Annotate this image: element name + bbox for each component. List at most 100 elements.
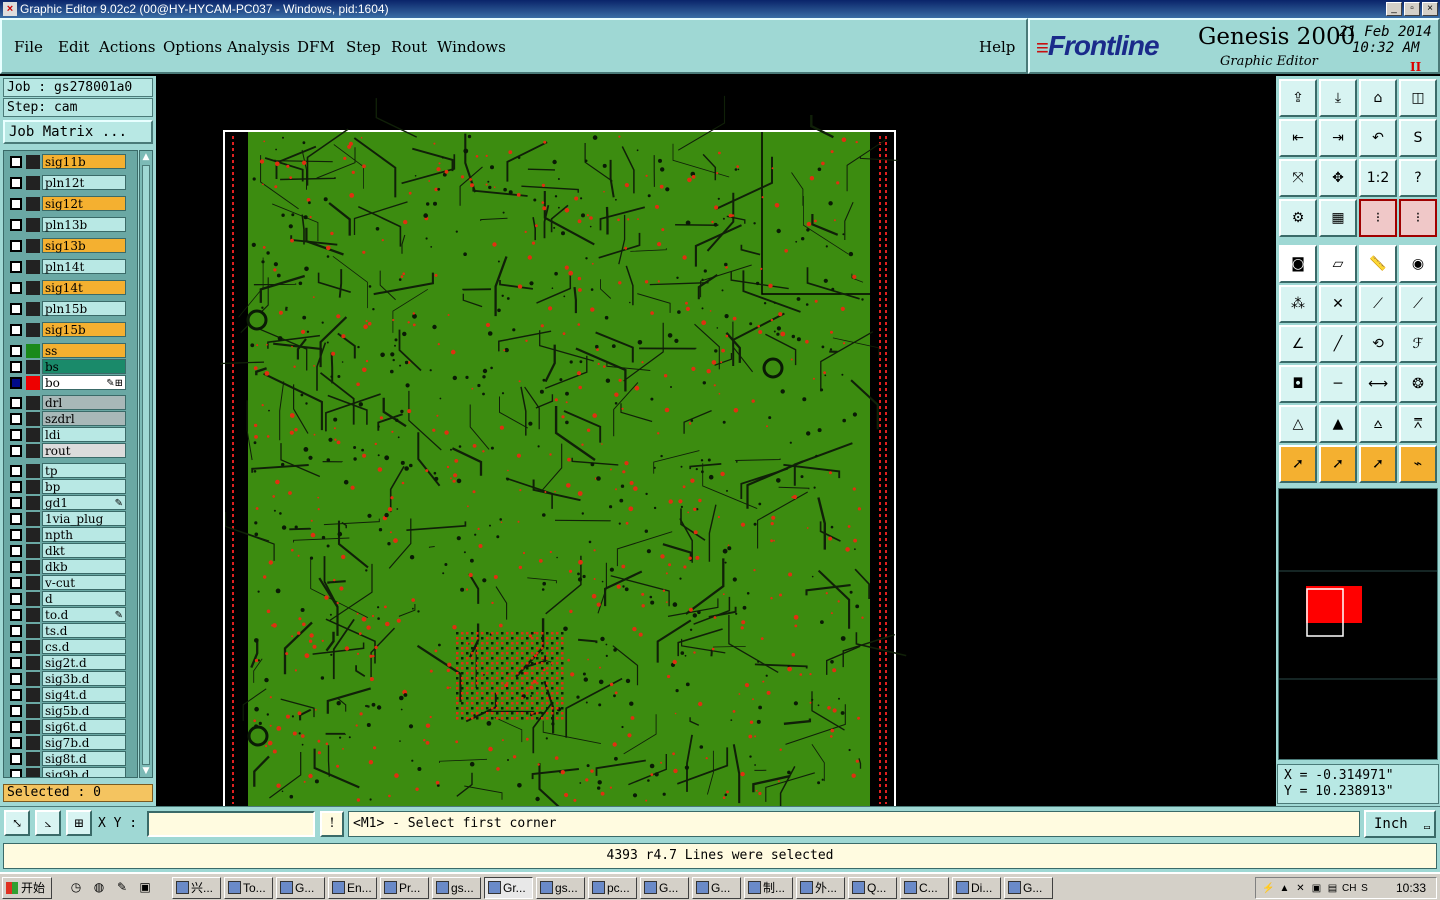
layer-color-swatch[interactable]	[26, 768, 40, 777]
layer-name[interactable]: sig12t	[42, 196, 126, 211]
text-feature-button[interactable]: ℱ	[1399, 325, 1437, 363]
layer-name[interactable]: tp	[42, 463, 126, 478]
layer-name[interactable]: ldi	[42, 427, 126, 442]
pcb-board-view[interactable]	[156, 76, 1276, 806]
layer-row[interactable]: rout	[6, 443, 126, 458]
layer-row[interactable]: v-cut	[6, 575, 126, 590]
layer-checkbox[interactable]	[10, 769, 22, 777]
layer-name[interactable]: ts.d	[42, 623, 126, 638]
layer-name[interactable]: drl	[42, 395, 126, 410]
layer-color-swatch[interactable]	[26, 239, 40, 253]
layer-row[interactable]: to.d ✎	[6, 607, 126, 622]
layer-checkbox[interactable]	[10, 545, 22, 557]
layer-name[interactable]: szdrl	[42, 411, 126, 426]
layer-color-swatch[interactable]	[26, 197, 40, 211]
features-button[interactable]: ◙	[1279, 245, 1317, 283]
units-select[interactable]: Inch ▭	[1364, 810, 1436, 838]
settings-button[interactable]: ⚙	[1279, 199, 1317, 237]
layer-name[interactable]: d	[42, 591, 126, 606]
layer-checkbox[interactable]	[10, 577, 22, 589]
taskbar-task[interactable]: gs...	[432, 877, 481, 899]
layer-row[interactable]: sig2t.d	[6, 655, 126, 670]
layer-name[interactable]: pln15b	[42, 301, 126, 316]
triangle-b-button[interactable]: ▲	[1319, 405, 1357, 443]
undo-zoom-button[interactable]: ↶	[1359, 119, 1397, 157]
layer-color-swatch[interactable]	[26, 302, 40, 316]
layer-checkbox[interactable]	[10, 673, 22, 685]
menu-step[interactable]: Step	[346, 38, 381, 56]
taskbar-task[interactable]: Di...	[952, 877, 1001, 899]
layer-row[interactable]: sig9b.d	[6, 767, 126, 777]
select-button[interactable]: ➚	[1319, 445, 1357, 483]
layer-checkbox[interactable]	[10, 240, 22, 252]
layer-color-swatch[interactable]	[26, 428, 40, 442]
layer-name[interactable]: sig11b	[42, 154, 126, 169]
layer-name[interactable]: sig7b.d	[42, 735, 126, 750]
tray-icon[interactable]: ▲	[1278, 882, 1291, 895]
layer-color-swatch[interactable]	[26, 323, 40, 337]
taskbar-task[interactable]: 外...	[796, 877, 845, 899]
tray-icon[interactable]: CH	[1342, 882, 1356, 895]
layer-color-swatch[interactable]	[26, 260, 40, 274]
xy-input[interactable]	[147, 811, 315, 837]
taskbar-task[interactable]: G...	[1004, 877, 1053, 899]
triangle-c-button[interactable]: ⩟	[1359, 405, 1397, 443]
layer-checkbox[interactable]	[10, 177, 22, 189]
taskbar-task[interactable]: C...	[900, 877, 949, 899]
layer-row[interactable]: d	[6, 591, 126, 606]
select-area-button[interactable]: ➚	[1359, 445, 1397, 483]
layer-checkbox[interactable]	[10, 705, 22, 717]
layer-checkbox[interactable]	[10, 689, 22, 701]
layer-name[interactable]: sig14t	[42, 280, 126, 295]
layer-color-swatch[interactable]	[26, 496, 40, 510]
taskbar-task[interactable]: To...	[224, 877, 273, 899]
layer-color-swatch[interactable]	[26, 512, 40, 526]
menu-file[interactable]: File	[14, 38, 43, 56]
taskbar-task[interactable]: G...	[692, 877, 741, 899]
layer-name[interactable]: sig9b.d	[42, 767, 126, 777]
layer-checkbox[interactable]	[10, 721, 22, 733]
taskbar-task[interactable]: gs...	[536, 877, 585, 899]
tray-icon[interactable]: S	[1358, 882, 1371, 895]
menu-dfm[interactable]: DFM	[297, 38, 335, 56]
layer-row[interactable]: tp	[6, 463, 126, 478]
layer-color-swatch[interactable]	[26, 544, 40, 558]
layer-color-swatch[interactable]	[26, 720, 40, 734]
layer-name[interactable]: gd1 ✎	[42, 495, 126, 510]
tray-icon[interactable]: ⚡	[1262, 882, 1275, 895]
layer-row[interactable]: sig3b.d	[6, 671, 126, 686]
layer-color-swatch[interactable]	[26, 736, 40, 750]
layer-checkbox[interactable]	[10, 465, 22, 477]
layer-checkbox[interactable]	[10, 445, 22, 457]
line-add-button[interactable]: ⟋	[1359, 285, 1397, 323]
zoom-fit-button[interactable]: ⤧	[1279, 159, 1317, 197]
layer-row[interactable]: sig11b	[6, 154, 126, 169]
restore-button[interactable]: ▫	[1404, 2, 1420, 16]
zoom-forward-button[interactable]: ⇥	[1319, 119, 1357, 157]
layer-name[interactable]: sig15b	[42, 322, 126, 337]
layer-name[interactable]: dkb	[42, 559, 126, 574]
layer-checkbox[interactable]	[10, 361, 22, 373]
pan-button[interactable]: ✥	[1319, 159, 1357, 197]
layer-name[interactable]: cs.d	[42, 639, 126, 654]
clip-area-button[interactable]: ▱	[1319, 245, 1357, 283]
layer-color-swatch[interactable]	[26, 344, 40, 358]
home-button[interactable]: ⌂	[1359, 79, 1397, 117]
layer-checkbox[interactable]	[10, 219, 22, 231]
quicklaunch-browser-icon[interactable]: ◍	[91, 879, 107, 895]
measure-span-button[interactable]: ⟷	[1359, 365, 1397, 403]
layer-checkbox[interactable]	[10, 397, 22, 409]
layer-checkbox[interactable]	[10, 198, 22, 210]
layer-checkbox[interactable]	[10, 497, 22, 509]
layer-name[interactable]: pln12t	[42, 175, 126, 190]
layer-checkbox[interactable]	[10, 261, 22, 273]
layer-name[interactable]: pln13b	[42, 217, 126, 232]
layer-color-swatch[interactable]	[26, 608, 40, 622]
layer-color-swatch[interactable]	[26, 480, 40, 494]
menu-help[interactable]: Help	[979, 38, 1015, 56]
window-split-button[interactable]: ◫	[1399, 79, 1437, 117]
grid-button[interactable]: ▦	[1319, 199, 1357, 237]
layer-checkbox[interactable]	[10, 737, 22, 749]
layer-checkbox[interactable]	[10, 282, 22, 294]
scroll-thumb[interactable]	[142, 165, 150, 765]
